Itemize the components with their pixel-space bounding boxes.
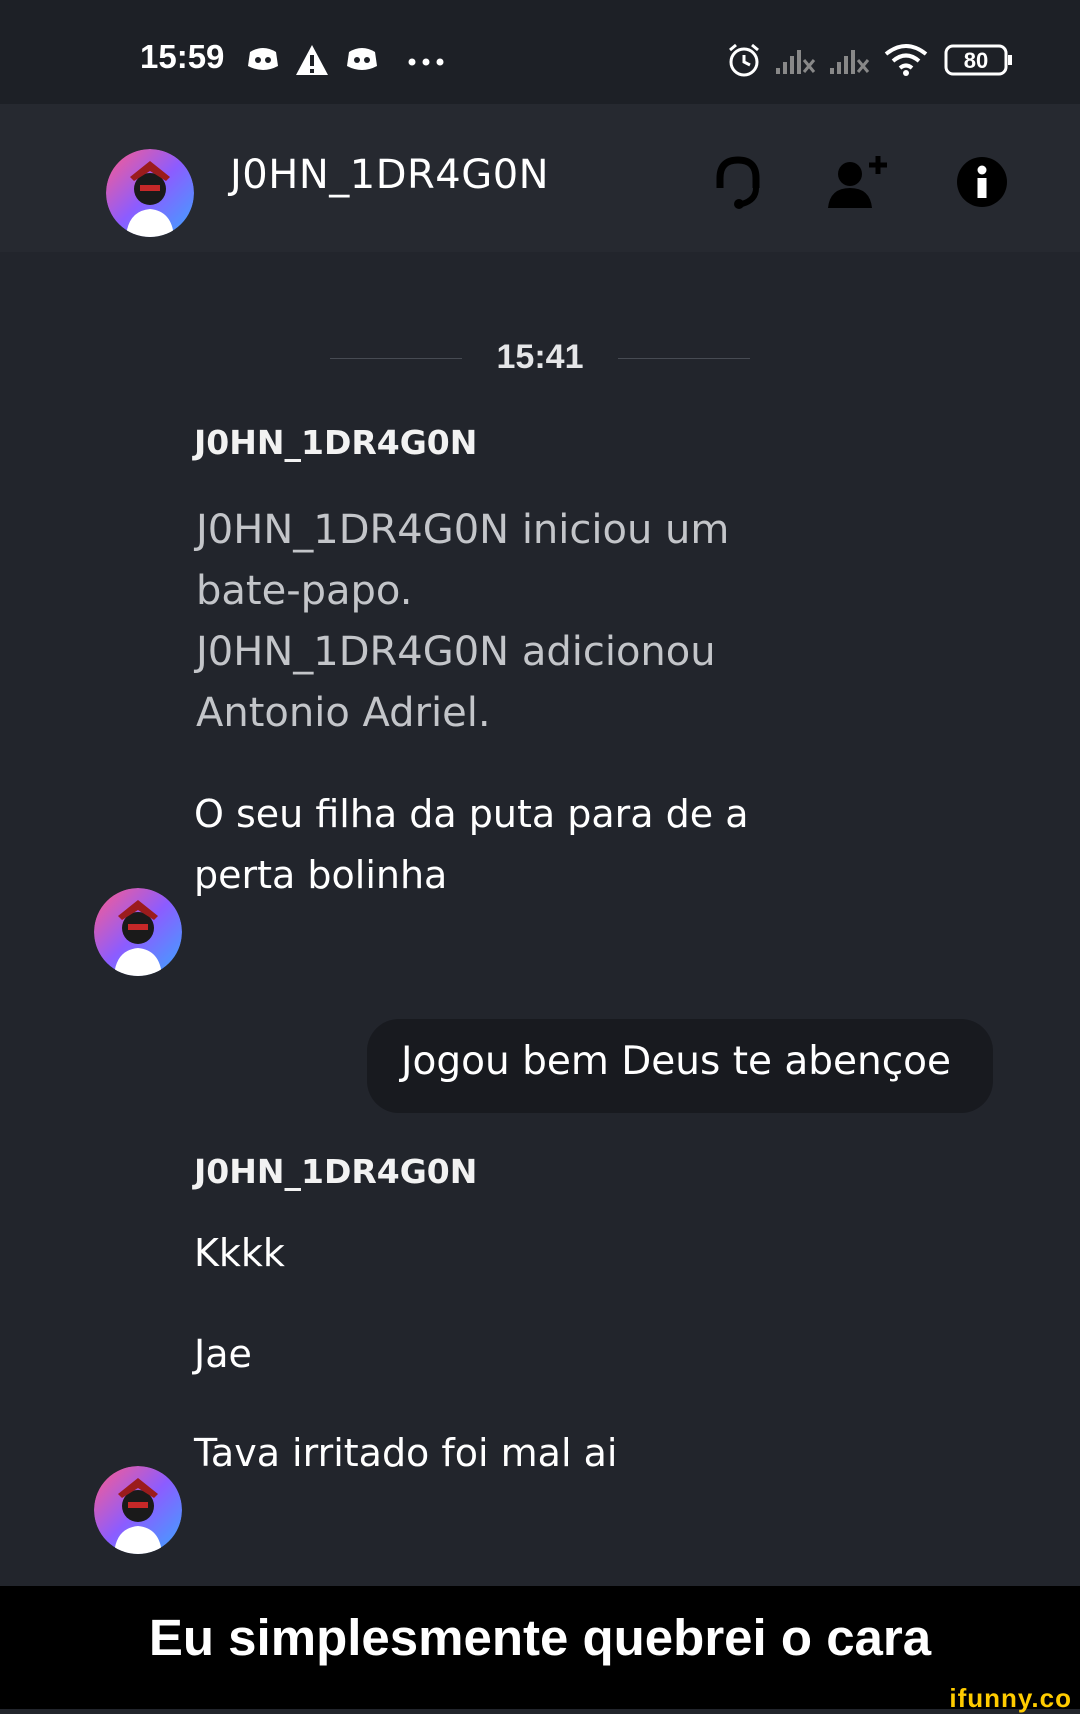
chat-header: J0HN_1DR4G0N	[0, 104, 1080, 252]
message-timestamp: 15:41	[496, 338, 584, 376]
discord-icon	[248, 48, 278, 70]
caption-text: Eu simplesmente quebrei o cara	[148, 1609, 932, 1666]
status-bar: 15:59 80	[0, 0, 1080, 104]
system-message-line: bate-papo.	[196, 568, 413, 614]
system-message-line: J0HN_1DR4G0N adicionou	[196, 629, 716, 675]
sender-name: J0HN_1DR4G0N	[194, 423, 478, 462]
own-message-bubble[interactable]: Jogou bem Deus te abençoe	[367, 1019, 993, 1113]
meme-caption: Eu simplesmente quebrei o cara	[0, 1586, 1080, 1690]
warning-icon	[296, 45, 328, 75]
message-line: O seu filha da puta para de a	[194, 792, 749, 836]
avatar[interactable]	[94, 888, 182, 976]
system-message-line: Antonio Adriel.	[196, 690, 491, 736]
headset-icon[interactable]	[712, 154, 764, 210]
add-friend-icon[interactable]	[826, 154, 892, 210]
status-time: 15:59	[140, 38, 225, 75]
avatar[interactable]	[106, 149, 194, 237]
alarm-icon	[729, 43, 759, 77]
more-dots-icon	[408, 58, 444, 66]
chat-message[interactable]: O seu filha da puta para de a perta boli…	[194, 784, 749, 906]
battery-level: 80	[963, 48, 989, 73]
chat-message[interactable]: Kkkk	[194, 1223, 285, 1284]
watermark-logo: ifunny.co	[949, 1683, 1072, 1713]
chat-message[interactable]: Tava irritado foi mal ai	[194, 1423, 617, 1484]
wifi-icon	[884, 44, 928, 76]
message-line: perta bolinha	[194, 853, 448, 897]
discord-icon	[347, 48, 377, 70]
signal-icon	[830, 50, 870, 74]
system-message-line: J0HN_1DR4G0N iniciou um	[196, 507, 730, 553]
info-icon[interactable]	[956, 154, 1008, 210]
sender-name: J0HN_1DR4G0N	[194, 1152, 478, 1191]
bottom-strip	[0, 1690, 1080, 1709]
chat-title: J0HN_1DR4G0N	[230, 152, 550, 198]
signal-icon	[776, 50, 816, 74]
avatar[interactable]	[94, 1466, 182, 1554]
chat-message[interactable]: Jae	[194, 1324, 252, 1385]
own-message-text: Jogou bem Deus te abençoe	[401, 1039, 952, 1084]
system-message: J0HN_1DR4G0N iniciou um bate-papo. J0HN_…	[196, 500, 756, 744]
